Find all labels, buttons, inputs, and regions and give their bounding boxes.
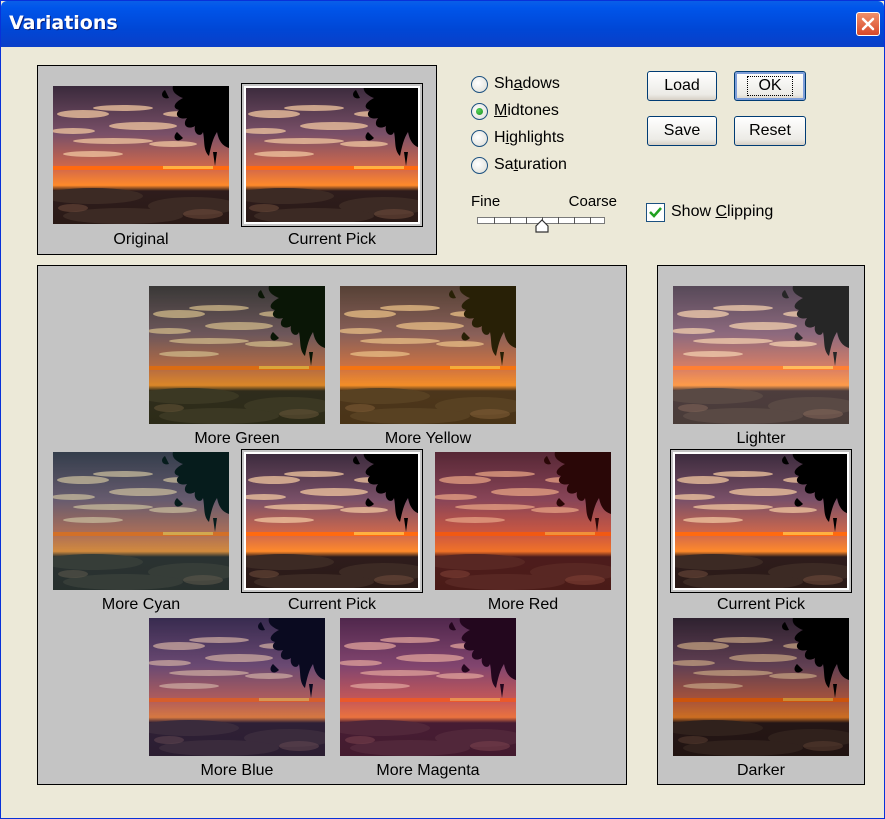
slider-thumb[interactable] xyxy=(535,219,549,233)
more-red-thumbnail[interactable] xyxy=(435,452,611,590)
slider-tick xyxy=(590,217,591,224)
center-current-pick-label: Current Pick xyxy=(287,596,377,613)
darker-label: Darker xyxy=(736,762,785,779)
darker-thumbnail[interactable] xyxy=(673,618,849,756)
more-magenta-label: More Magenta xyxy=(376,762,480,779)
more-cyan-thumbnail[interactable] xyxy=(53,452,229,590)
slider-tick xyxy=(526,217,527,224)
variations-dialog: Variations Original Current Pick Shadows… xyxy=(0,0,885,819)
center-current-pick-thumbnail[interactable] xyxy=(244,452,420,590)
more-green-thumbnail[interactable] xyxy=(149,286,325,424)
title-bar[interactable]: Variations xyxy=(1,1,884,47)
radio-circle[interactable] xyxy=(471,102,488,120)
slider-tick xyxy=(558,217,559,224)
radio-circle[interactable] xyxy=(471,75,488,93)
save-button[interactable]: Save xyxy=(647,116,717,146)
radio-highlights[interactable]: Highlights xyxy=(471,127,564,149)
more-green-label: More Green xyxy=(194,430,280,447)
more-red-label: More Red xyxy=(487,596,559,613)
highlights-label: Highlights xyxy=(494,129,565,146)
lighter-thumbnail[interactable] xyxy=(673,286,849,424)
shadows-label: Shadows xyxy=(494,75,560,92)
radio-circle[interactable] xyxy=(471,129,488,147)
brightness-current-pick-label: Current Pick xyxy=(716,596,806,613)
lighter-label: Lighter xyxy=(736,430,786,447)
radio-circle[interactable] xyxy=(471,156,488,174)
show-clipping-checkbox[interactable] xyxy=(646,203,665,222)
window-title: Variations xyxy=(9,12,118,34)
brightness-current-pick-thumbnail[interactable] xyxy=(673,452,849,590)
show-clipping-label[interactable]: Show Clipping xyxy=(671,203,773,221)
midtones-label: Midtones xyxy=(494,102,559,119)
slider-tick xyxy=(510,217,511,224)
close-button[interactable] xyxy=(856,12,880,36)
more-blue-thumbnail[interactable] xyxy=(149,618,325,756)
load-button[interactable]: Load xyxy=(647,71,717,101)
close-icon xyxy=(861,17,875,31)
ok-label: OK xyxy=(747,76,793,96)
radio-saturation[interactable]: Saturation xyxy=(471,154,567,176)
radio-shadows[interactable]: Shadows xyxy=(471,73,560,95)
radio-midtones[interactable]: Midtones xyxy=(471,100,559,122)
coarse-label: Coarse xyxy=(568,193,617,210)
checkmark-icon xyxy=(649,207,662,218)
ok-button[interactable]: OK xyxy=(734,71,806,101)
slider-tick xyxy=(494,217,495,224)
more-blue-label: More Blue xyxy=(200,762,274,779)
slider-labels: Fine Coarse xyxy=(471,193,617,213)
more-yellow-thumbnail[interactable] xyxy=(340,286,516,424)
more-cyan-label: More Cyan xyxy=(101,596,181,613)
reset-button[interactable]: Reset xyxy=(734,116,806,146)
current-pick-thumbnail xyxy=(244,86,420,224)
radio-selected-dot xyxy=(476,107,483,115)
original-label: Original xyxy=(113,231,169,248)
more-yellow-label: More Yellow xyxy=(384,430,472,447)
slider-tick xyxy=(574,217,575,224)
more-magenta-thumbnail[interactable] xyxy=(340,618,516,756)
current-pick-label: Current Pick xyxy=(287,231,377,248)
saturation-label: Saturation xyxy=(494,156,567,173)
original-thumbnail xyxy=(53,86,229,224)
fine-label: Fine xyxy=(471,193,501,210)
